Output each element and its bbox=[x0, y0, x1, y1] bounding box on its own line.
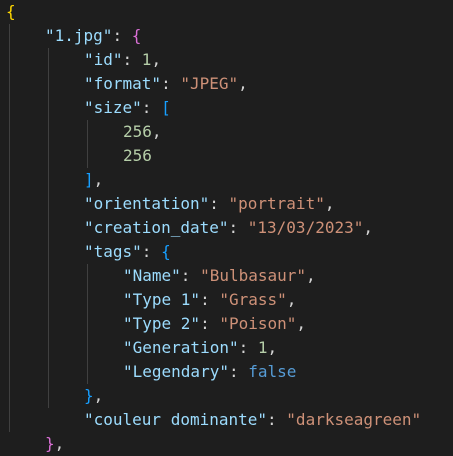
json-key: "Type 1" bbox=[123, 290, 201, 309]
bracket-close: ] bbox=[84, 170, 94, 189]
json-key: "Type 2" bbox=[123, 314, 201, 333]
json-string: "Bulbasaur" bbox=[200, 266, 307, 285]
brace-open: { bbox=[161, 242, 171, 261]
code-line-14: "Type 2": "Poison", bbox=[123, 314, 307, 333]
json-string: "13/03/2023" bbox=[247, 218, 364, 237]
json-boolean: false bbox=[248, 362, 297, 381]
json-key: "Legendary" bbox=[123, 362, 229, 381]
brace-open: { bbox=[131, 26, 142, 45]
json-string: "portrait" bbox=[228, 194, 325, 213]
json-string: "JPEG" bbox=[180, 74, 239, 93]
code-editor[interactable]: { "1.jpg": { "id": 1, "format": "JPEG", … bbox=[0, 0, 453, 455]
brace-close: } bbox=[45, 434, 55, 453]
json-key: "tags" bbox=[84, 242, 142, 261]
code-line-4: "format": "JPEG", bbox=[84, 74, 248, 93]
bracket-open: [ bbox=[161, 98, 171, 117]
brace-open: { bbox=[6, 2, 16, 21]
code-line-8: ], bbox=[84, 170, 104, 189]
indent-guide bbox=[87, 120, 88, 168]
json-key: "Name" bbox=[123, 266, 181, 285]
indent-guide bbox=[87, 264, 88, 384]
json-key: "couleur dominante" bbox=[84, 410, 268, 429]
json-key: "1.jpg" bbox=[45, 26, 113, 45]
json-number: 1 bbox=[141, 50, 152, 69]
code-line-9: "orientation": "portrait", bbox=[84, 194, 335, 213]
json-key: "size" bbox=[84, 98, 142, 117]
json-string: "Poison" bbox=[219, 314, 297, 333]
code-line-10: "creation_date": "13/03/2023", bbox=[84, 218, 373, 237]
json-key: "creation_date" bbox=[84, 218, 229, 237]
json-key: "Generation" bbox=[123, 338, 239, 357]
json-number: 1 bbox=[257, 338, 268, 357]
code-line-11: "tags": { bbox=[84, 242, 171, 261]
code-line-16: "Legendary": false bbox=[123, 362, 297, 381]
json-key: "format" bbox=[84, 74, 162, 93]
json-number: 256 bbox=[123, 122, 152, 141]
code-line-17: }, bbox=[84, 386, 104, 405]
indent-guide bbox=[9, 24, 10, 432]
code-line-2: "1.jpg": { bbox=[45, 26, 142, 45]
json-key: "id" bbox=[84, 50, 123, 69]
json-string: "darkseagreen" bbox=[286, 410, 422, 429]
code-line-18: "couleur dominante": "darkseagreen" bbox=[84, 410, 422, 429]
code-line-1: { bbox=[6, 0, 16, 24]
code-line-15: "Generation": 1, bbox=[123, 338, 278, 357]
brace-close: } bbox=[84, 386, 94, 405]
code-line-5: "size": [ bbox=[84, 98, 171, 117]
indent-guide bbox=[48, 48, 49, 408]
json-number: 256 bbox=[123, 146, 152, 165]
code-line-7: 256 bbox=[123, 144, 152, 168]
code-line-6: 256, bbox=[123, 122, 162, 141]
json-key: "orientation" bbox=[84, 194, 210, 213]
code-line-19: }, bbox=[45, 434, 65, 453]
json-string: "Grass" bbox=[219, 290, 287, 309]
code-line-3: "id": 1, bbox=[84, 50, 162, 69]
code-line-12: "Name": "Bulbasaur", bbox=[123, 266, 316, 285]
code-line-13: "Type 1": "Grass", bbox=[123, 290, 297, 309]
